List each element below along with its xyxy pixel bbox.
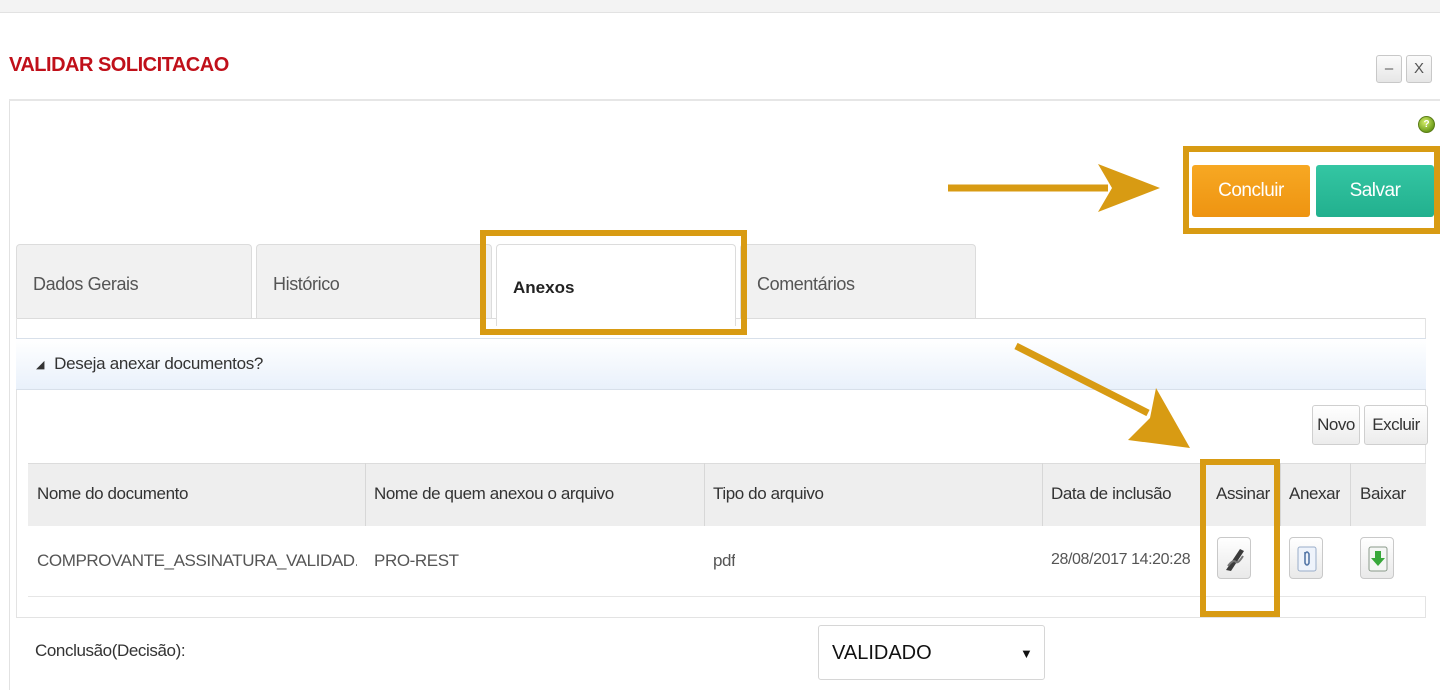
column-divider bbox=[1350, 463, 1351, 526]
highlight-box-actions bbox=[1183, 146, 1440, 234]
download-arrow-icon bbox=[1368, 546, 1388, 572]
cell-tipo-arquivo: pdf bbox=[713, 551, 736, 570]
highlight-box-anexos-tab bbox=[480, 230, 747, 335]
novo-button[interactable]: Novo bbox=[1312, 405, 1360, 445]
baixar-button[interactable] bbox=[1360, 537, 1394, 579]
column-divider bbox=[365, 463, 366, 526]
column-divider bbox=[704, 463, 705, 526]
tab-historico[interactable]: Histórico bbox=[256, 244, 492, 319]
highlight-box-assinar bbox=[1200, 459, 1280, 617]
col-header-data-inclusao[interactable]: Data de inclusão bbox=[1051, 484, 1171, 504]
conclusao-label: Conclusão(Decisão): bbox=[35, 641, 186, 660]
cell-anexado-por: PRO-REST bbox=[374, 551, 459, 570]
col-header-tipo-arquivo[interactable]: Tipo do arquivo bbox=[713, 484, 824, 504]
anexar-button[interactable] bbox=[1289, 537, 1323, 579]
minimize-button[interactable]: – bbox=[1376, 55, 1402, 83]
conclusao-selected-value: VALIDADO bbox=[832, 642, 932, 664]
tab-comentarios[interactable]: Comentários bbox=[740, 244, 976, 319]
paperclip-icon bbox=[1297, 546, 1317, 572]
cell-nome-documento: COMPROVANTE_ASSINATURA_VALIDAD... bbox=[37, 551, 357, 570]
col-header-nome-documento[interactable]: Nome do documento bbox=[37, 484, 188, 504]
tab-dados-gerais[interactable]: Dados Gerais bbox=[16, 244, 252, 319]
collapse-triangle-icon: ◢ bbox=[36, 359, 45, 371]
col-header-anexar: Anexar bbox=[1289, 484, 1341, 503]
top-strip bbox=[0, 0, 1440, 12]
col-header-baixar: Baixar bbox=[1360, 484, 1406, 503]
help-icon[interactable]: ? bbox=[1418, 116, 1435, 133]
col-header-anexado-por[interactable]: Nome de quem anexou o arquivo bbox=[374, 484, 614, 504]
section-title: Deseja anexar documentos? bbox=[54, 354, 264, 373]
cell-data-inclusao: 28/08/2017 14:20:28 bbox=[1051, 551, 1191, 568]
column-divider bbox=[1042, 463, 1043, 526]
column-divider bbox=[1280, 463, 1281, 526]
excluir-button[interactable]: Excluir bbox=[1364, 405, 1428, 445]
conclusao-select[interactable]: VALIDADO ▼ bbox=[818, 625, 1045, 680]
dropdown-arrow-icon: ▼ bbox=[1020, 646, 1033, 661]
section-header-anexar[interactable]: ◢ Deseja anexar documentos? bbox=[16, 338, 1426, 390]
close-button[interactable]: X bbox=[1406, 55, 1432, 83]
dialog-title: VALIDAR SOLICITACAO bbox=[9, 54, 229, 76]
